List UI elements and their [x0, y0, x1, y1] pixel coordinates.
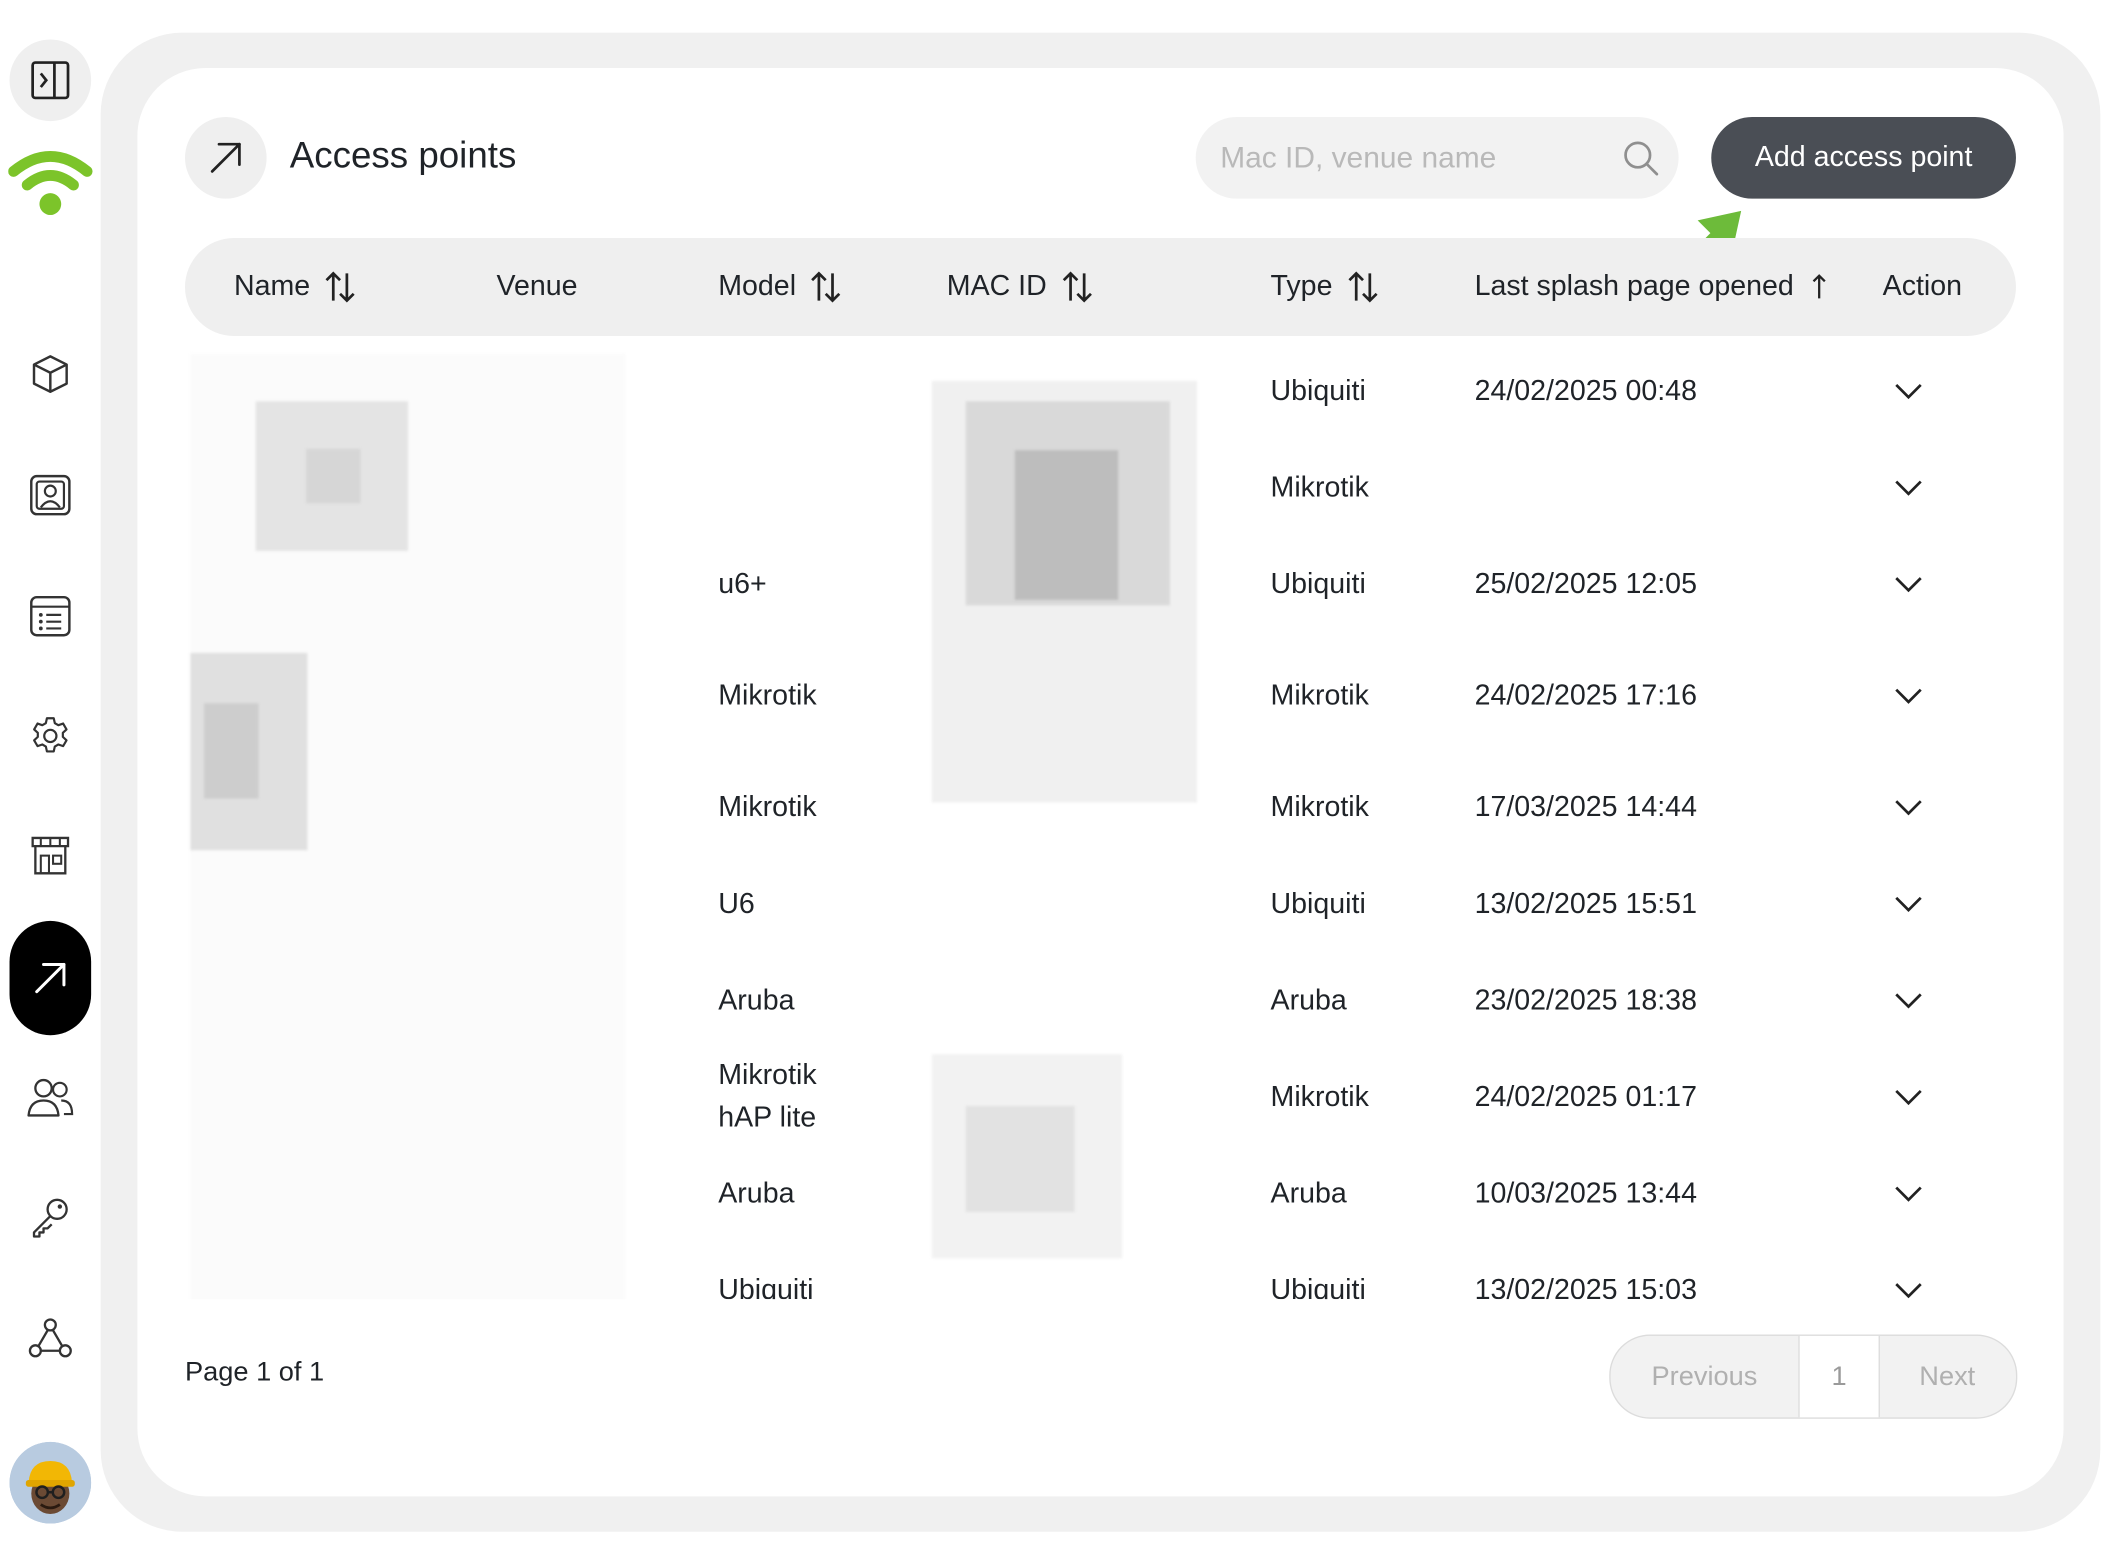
arrow-up-right-icon	[35, 962, 66, 994]
webhook-icon	[28, 1318, 72, 1358]
row-model: Mikrotik	[718, 791, 817, 823]
chevron-down-icon[interactable]	[1894, 382, 1924, 401]
sidebar-item-contacts[interactable]	[16, 461, 84, 529]
column-header-label: Action	[1882, 270, 1963, 302]
column-header-venue: Venue	[497, 238, 578, 336]
column-header-last-splash[interactable]: Last splash page opened	[1475, 238, 1835, 336]
arrow-up-right-icon	[210, 142, 241, 173]
sort-arrows-icon[interactable]	[1346, 269, 1379, 304]
chevron-down-icon[interactable]	[1894, 1281, 1924, 1299]
sidebar-item-access-points[interactable]	[9, 920, 92, 1036]
row-type: Mikrotik	[1270, 791, 1369, 823]
row-model: Ubiquiti	[718, 1274, 814, 1300]
row-last-splash: 23/02/2025 18:38	[1474, 984, 1697, 1017]
avatar[interactable]	[9, 1441, 92, 1524]
row-type: Mikrotik	[1270, 472, 1369, 504]
search-box	[1195, 116, 1679, 199]
row-model: Aruba	[718, 984, 795, 1017]
table-body: Ubiquiti 24/02/2025 00:48 Mikrotik u6+ U…	[177, 347, 2027, 1300]
sort-arrows-icon[interactable]	[1060, 269, 1093, 304]
chevron-down-icon[interactable]	[1894, 1185, 1924, 1204]
redacted-pixel	[306, 448, 361, 504]
row-last-splash: 24/02/2025 01:17	[1474, 1081, 1697, 1113]
search-icon[interactable]	[1620, 137, 1661, 178]
avatar-image	[9, 1441, 92, 1524]
chevron-down-icon[interactable]	[1894, 687, 1924, 706]
row-type: Ubiquiti	[1270, 568, 1366, 600]
row-type: Mikrotik	[1270, 680, 1369, 712]
column-header-label: Type	[1270, 270, 1333, 302]
key-icon	[32, 1198, 68, 1238]
chevron-down-icon[interactable]	[1894, 895, 1924, 914]
chevron-down-icon[interactable]	[1894, 1088, 1924, 1107]
search-input[interactable]	[1220, 116, 1602, 199]
row-type: Aruba	[1270, 1178, 1347, 1210]
row-last-splash: 13/02/2025 15:51	[1474, 888, 1697, 920]
redacted-pixel	[1014, 450, 1119, 600]
column-header-label: Name	[233, 270, 311, 302]
sidebar-item-webhooks[interactable]	[16, 1305, 84, 1373]
wifi-logo-icon	[8, 151, 93, 215]
column-header-action: Action	[1883, 238, 1962, 336]
row-type: Ubiquiti	[1270, 888, 1366, 920]
gear-icon	[33, 717, 68, 753]
sidebar	[0, 0, 101, 1551]
chevron-down-icon[interactable]	[1894, 798, 1924, 817]
row-model: Mikrotik	[718, 680, 817, 712]
sidebar-item-users[interactable]	[16, 1064, 84, 1132]
column-header-mac-id[interactable]: MAC ID	[947, 238, 1093, 336]
column-header-label: Last splash page opened	[1474, 270, 1794, 302]
row-type: Aruba	[1270, 984, 1347, 1017]
app-canvas: Access points Add access point Name Venu…	[0, 0, 2122, 1551]
sidebar-item-settings[interactable]	[16, 702, 84, 770]
sort-arrows-icon[interactable]	[810, 269, 843, 304]
page-info: Page 1 of 1	[185, 1357, 325, 1388]
row-type: Ubiquiti	[1270, 1274, 1366, 1300]
row-last-splash: 10/03/2025 13:44	[1474, 1178, 1697, 1210]
pagination: Previous 1 Next	[1609, 1334, 2018, 1419]
sidebar-item-reports[interactable]	[16, 582, 84, 650]
sidebar-toggle-button[interactable]	[9, 39, 92, 122]
column-header-label: MAC ID	[946, 270, 1047, 302]
sort-ascending-icon[interactable]	[1807, 269, 1834, 304]
chevron-down-icon[interactable]	[1894, 575, 1924, 594]
next-page-button[interactable]: Next	[1879, 1336, 2016, 1418]
row-type: Ubiquiti	[1270, 375, 1366, 407]
redacted-pixel	[965, 1105, 1075, 1213]
chevron-down-icon[interactable]	[1894, 479, 1924, 498]
row-model-line2: hAP lite	[718, 1101, 817, 1134]
sort-arrows-icon[interactable]	[324, 269, 357, 304]
sidebar-item-venues[interactable]	[16, 822, 84, 890]
sidebar-item-api-keys[interactable]	[16, 1183, 84, 1251]
column-header-type[interactable]: Type	[1271, 238, 1379, 336]
row-last-splash: 24/02/2025 00:48	[1474, 375, 1697, 407]
sidebar-item-products[interactable]	[16, 340, 84, 408]
list-icon	[30, 595, 71, 637]
row-type: Mikrotik	[1270, 1081, 1369, 1113]
row-last-splash: 17/03/2025 14:44	[1474, 791, 1697, 823]
sidebar-toggle-icon	[31, 61, 70, 100]
redacted-pixel	[204, 703, 259, 799]
row-model-line1: Mikrotik	[718, 1059, 817, 1091]
add-access-point-button[interactable]: Add access point	[1711, 116, 2016, 199]
users-icon	[27, 1078, 74, 1117]
row-model: Aruba	[718, 1178, 795, 1210]
page-title-badge	[185, 116, 267, 199]
row-last-splash: 25/02/2025 12:05	[1474, 568, 1697, 600]
row-model: u6+	[718, 568, 767, 600]
page-title: Access points	[289, 134, 517, 176]
chevron-down-icon[interactable]	[1894, 992, 1924, 1011]
column-header-name[interactable]: Name	[234, 238, 356, 336]
row-last-splash: 24/02/2025 17:16	[1474, 680, 1697, 712]
previous-page-button[interactable]: Previous	[1611, 1336, 1799, 1418]
row-last-splash: 13/02/2025 15:03	[1474, 1274, 1697, 1300]
column-header-label: Venue	[496, 270, 578, 302]
column-header-label: Model	[718, 270, 797, 302]
contact-card-icon	[30, 474, 71, 516]
store-icon	[31, 836, 70, 875]
row-model: U6	[718, 888, 755, 920]
cube-icon	[32, 355, 68, 393]
column-header-model[interactable]: Model	[718, 238, 842, 336]
page-number-button[interactable]: 1	[1798, 1335, 1880, 1418]
